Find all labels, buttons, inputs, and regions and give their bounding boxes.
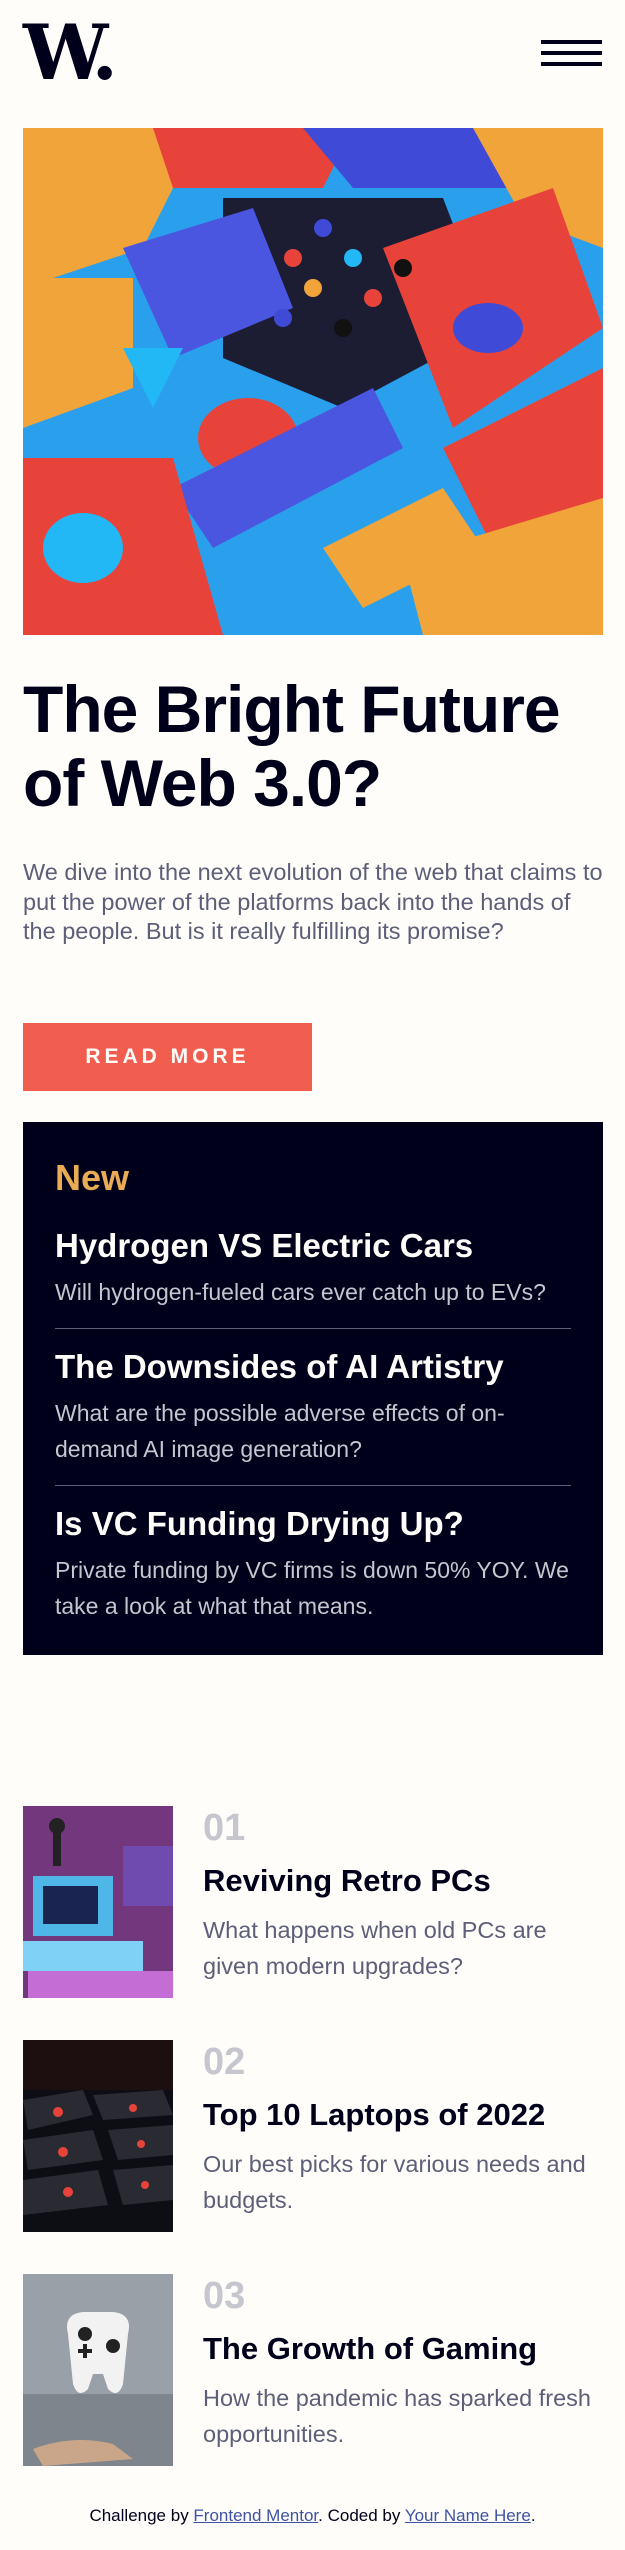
menu-bar bbox=[541, 51, 602, 55]
post-text: 01 Reviving Retro PCs What happens when … bbox=[203, 1806, 603, 1984]
post-number: 02 bbox=[203, 2041, 246, 2083]
hero-image bbox=[23, 128, 603, 635]
game-controller-image[interactable] bbox=[23, 2274, 173, 2466]
abstract-3d-blocks-illustration bbox=[23, 128, 603, 635]
post-text: 03 The Growth of Gaming How the pandemic… bbox=[203, 2274, 603, 2452]
new-article-item[interactable]: The Downsides of AI Artistry What are th… bbox=[55, 1328, 571, 1485]
new-article-description: What are the possible adverse effects of… bbox=[55, 1400, 505, 1462]
menu-bar bbox=[541, 62, 602, 66]
post-title[interactable]: Top 10 Laptops of 2022 bbox=[203, 2096, 603, 2134]
post-description: How the pandemic has sparked fresh oppor… bbox=[203, 2385, 591, 2447]
new-article-item[interactable]: Hydrogen VS Electric Cars Will hydrogen-… bbox=[55, 1226, 571, 1328]
hamburger-menu-icon[interactable] bbox=[541, 40, 602, 68]
new-articles-panel: New Hydrogen VS Electric Cars Will hydro… bbox=[23, 1122, 603, 1655]
menu-bar bbox=[541, 40, 602, 44]
hero-description: We dive into the next evolution of the w… bbox=[23, 859, 603, 944]
new-article-description: Private funding by VC firms is down 50% … bbox=[55, 1557, 569, 1619]
attribution-footer: Challenge by Frontend Mentor. Coded by Y… bbox=[0, 2504, 625, 2528]
post-title[interactable]: Reviving Retro PCs bbox=[203, 1862, 603, 1900]
post-number: 03 bbox=[203, 2275, 246, 2317]
post-number: 01 bbox=[203, 1807, 246, 1849]
read-more-button[interactable]: READ MORE bbox=[23, 1023, 312, 1091]
post-title[interactable]: The Growth of Gaming bbox=[203, 2330, 603, 2368]
retro-pc-image[interactable] bbox=[23, 1806, 173, 1998]
frontend-mentor-link[interactable]: Frontend Mentor bbox=[193, 2506, 318, 2525]
new-article-title[interactable]: Hydrogen VS Electric Cars bbox=[55, 1226, 571, 1266]
post-card[interactable]: 03 The Growth of Gaming How the pandemic… bbox=[23, 2274, 603, 2466]
new-article-item[interactable]: Is VC Funding Drying Up? Private funding… bbox=[55, 1485, 571, 1642]
post-description: What happens when old PCs are given mode… bbox=[203, 1917, 547, 1979]
author-link[interactable]: Your Name Here bbox=[405, 2506, 531, 2525]
post-card[interactable]: 02 Top 10 Laptops of 2022 Our best picks… bbox=[23, 2040, 603, 2232]
site-logo[interactable]: W. bbox=[23, 15, 118, 91]
post-text: 02 Top 10 Laptops of 2022 Our best picks… bbox=[203, 2040, 603, 2218]
new-article-description: Will hydrogen-fueled cars ever catch up … bbox=[55, 1279, 546, 1305]
footer-text: . bbox=[530, 2506, 536, 2525]
post-card[interactable]: 01 Reviving Retro PCs What happens when … bbox=[23, 1806, 603, 1998]
footer-text: . Coded by bbox=[318, 2506, 405, 2525]
site-header: W. bbox=[23, 15, 602, 91]
new-article-title[interactable]: The Downsides of AI Artistry bbox=[55, 1347, 571, 1387]
new-article-title[interactable]: Is VC Funding Drying Up? bbox=[55, 1504, 571, 1544]
post-description: Our best picks for various needs and bud… bbox=[203, 2151, 586, 2213]
laptop-keyboard-image[interactable] bbox=[23, 2040, 173, 2232]
footer-text: Challenge by bbox=[89, 2506, 194, 2525]
new-section-title: New bbox=[55, 1157, 130, 1198]
hero-title: The Bright Future of Web 3.0? bbox=[23, 672, 561, 820]
